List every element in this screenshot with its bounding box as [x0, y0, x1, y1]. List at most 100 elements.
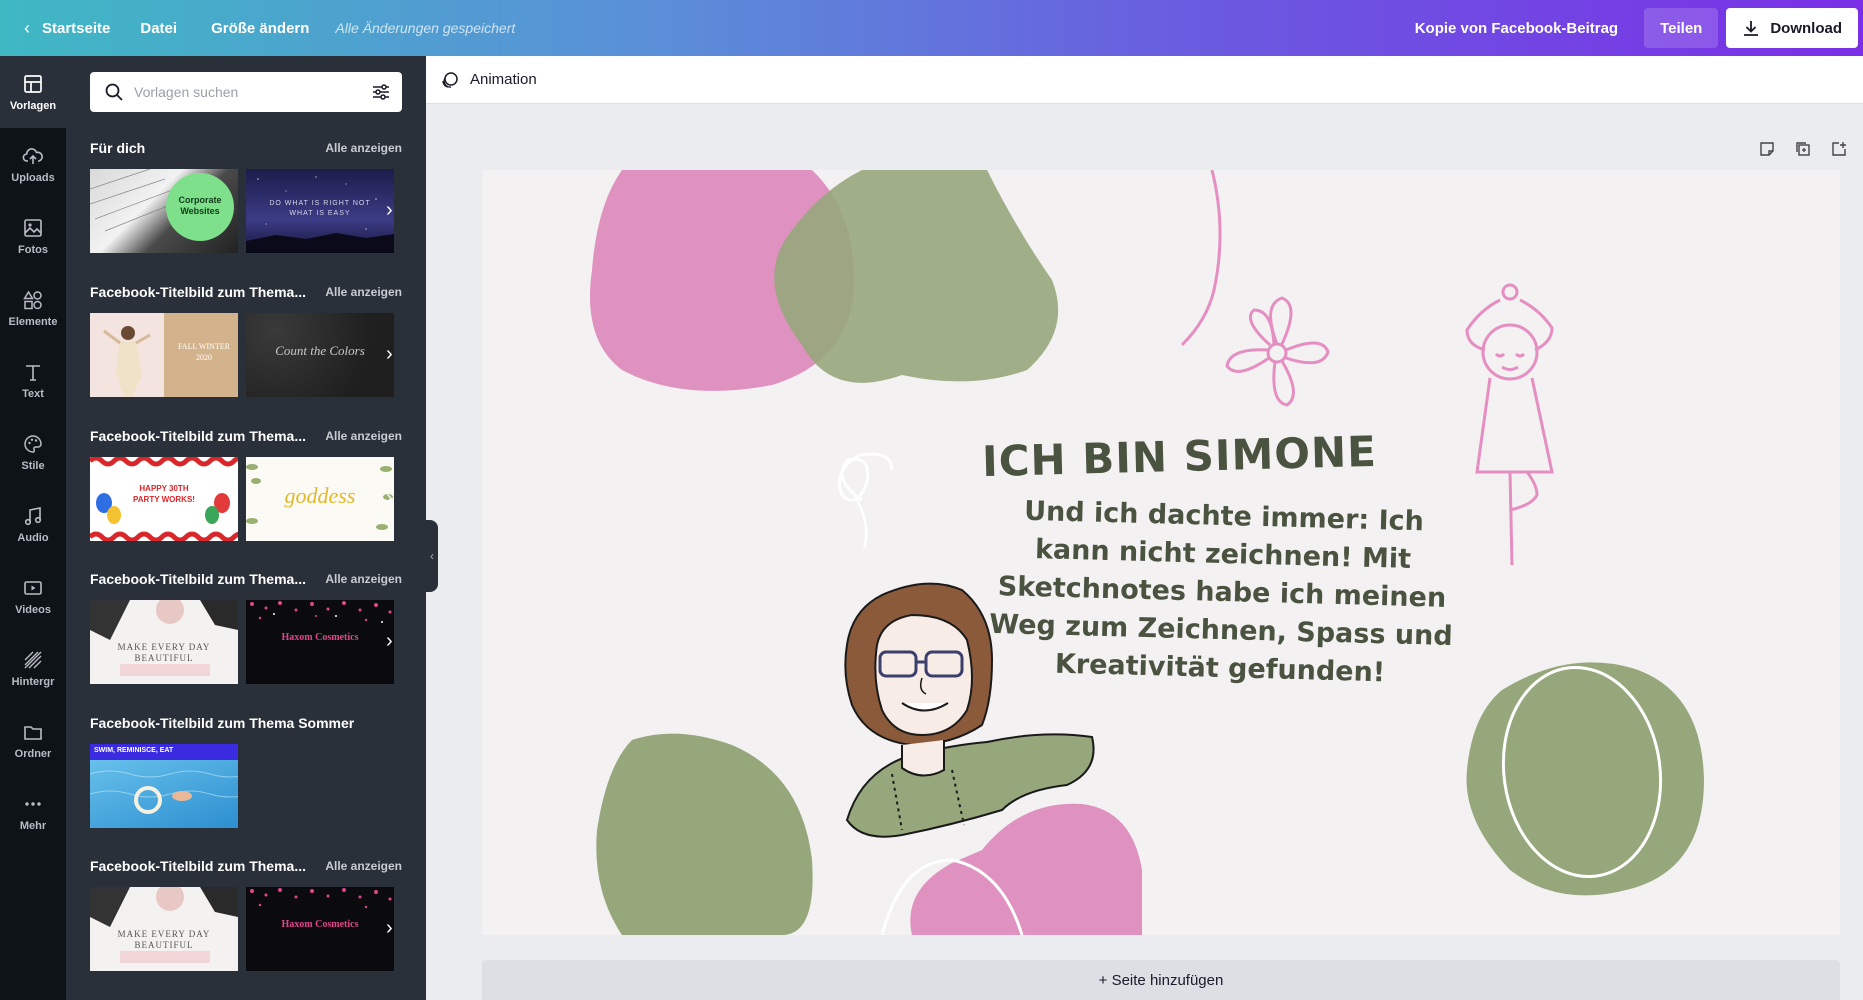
canvas-body-text[interactable]: Und ich dachte immer: Ich kann nicht zei…	[980, 492, 1465, 694]
rail-label: Videos	[15, 603, 51, 616]
rail-item-more[interactable]: Mehr	[0, 776, 66, 848]
template-thumbnail-text: DO WHAT IS RIGHT NOT WHAT IS EASY	[269, 200, 371, 217]
add-page-icon[interactable]	[1830, 140, 1848, 158]
download-label: Download	[1770, 19, 1842, 37]
animation-toolbar: Animation	[426, 56, 1863, 104]
rail-item-text[interactable]: Text	[0, 344, 66, 416]
rail-item-styles[interactable]: Stile	[0, 416, 66, 488]
template-section: Facebook-Titelbild zum Thema... Alle anz…	[90, 426, 402, 541]
rail-item-uploads[interactable]: Uploads	[0, 128, 66, 200]
template-section-summer: Facebook-Titelbild zum Thema Sommer SWIM…	[90, 713, 402, 828]
template-thumbnail[interactable]: Corporate Websites	[90, 169, 238, 253]
rail-item-audio[interactable]: Audio	[0, 488, 66, 560]
rail-label: Vorlagen	[9, 99, 57, 112]
image-icon	[24, 218, 42, 237]
section-title: Facebook-Titelbild zum Thema...	[90, 571, 306, 587]
template-thumbnail-text: Haxom Cosmetics	[281, 919, 359, 930]
filter-sliders-icon[interactable]	[370, 81, 392, 103]
canvas-heading[interactable]: ICH BIN SIMONE	[981, 427, 1377, 486]
page-tools	[1758, 140, 1848, 158]
chevron-right-icon[interactable]: ›	[386, 199, 393, 222]
template-thumbnail[interactable]: MAKE EVERY DAY BEAUTIFUL	[90, 887, 238, 971]
background-hatch-icon	[24, 651, 42, 668]
see-all-link[interactable]: Alle anzeigen	[325, 572, 402, 586]
template-thumbnail[interactable]: goddess	[246, 457, 394, 541]
template-thumbnail[interactable]: HAPPY 30TH PARTY WORKS!	[90, 457, 238, 541]
resize-button[interactable]: Größe ändern	[197, 8, 323, 48]
rail-item-folders[interactable]: Ordner	[0, 704, 66, 776]
upload-cloud-icon	[22, 147, 43, 164]
file-menu-button[interactable]: Datei	[126, 8, 191, 48]
rail-item-background[interactable]: Hintergr	[0, 632, 66, 704]
template-search-box[interactable]	[90, 72, 402, 112]
chevron-left-icon: ‹	[430, 549, 434, 563]
download-button[interactable]: Download	[1726, 8, 1858, 48]
template-thumbnail-text: Corporate Websites	[178, 195, 222, 216]
template-thumbnail[interactable]: FALL WINTER 2020	[90, 313, 238, 397]
flower-doodle	[1225, 296, 1330, 407]
rail-label: Ordner	[14, 747, 52, 760]
section-title: Facebook-Titelbild zum Thema...	[90, 858, 306, 874]
palette-icon	[24, 434, 42, 453]
chevron-right-icon[interactable]: ›	[386, 917, 393, 940]
rail-label: Fotos	[18, 243, 48, 256]
rail-item-elements[interactable]: Elemente	[0, 272, 66, 344]
see-all-link[interactable]: Alle anzeigen	[325, 285, 402, 299]
template-thumbnail[interactable]: SWIM, REMINISCE, EAT	[90, 744, 238, 828]
template-thumbnail[interactable]: Haxom Cosmetics	[246, 600, 394, 684]
rail-label: Audio	[17, 531, 49, 544]
shapes-icon	[23, 290, 42, 309]
download-icon	[1744, 21, 1759, 36]
see-all-link[interactable]: Alle anzeigen	[325, 859, 402, 873]
search-icon	[105, 83, 123, 101]
left-icon-rail: Vorlagen Uploads Fotos Elemente Text Sti…	[0, 56, 66, 1000]
template-thumbnail-text: Count the Colors	[275, 343, 365, 358]
share-button[interactable]: Teilen	[1644, 8, 1719, 48]
green-blob-bottom-left	[596, 733, 813, 935]
chevron-right-icon[interactable]: ›	[386, 343, 393, 366]
save-status: Alle Änderungen gespeichert	[335, 20, 516, 36]
animation-button[interactable]: Animation	[470, 71, 537, 88]
see-all-link[interactable]: Alle anzeigen	[325, 141, 402, 155]
templates-panel: Für dich Alle anzeigen Corporate Website…	[66, 56, 426, 1000]
text-icon	[26, 364, 40, 381]
note-icon[interactable]	[1758, 140, 1776, 158]
collapse-panel-handle[interactable]: ‹	[426, 520, 438, 592]
rail-item-photos[interactable]: Fotos	[0, 200, 66, 272]
chevron-left-icon: ‹	[24, 17, 30, 38]
rail-item-videos[interactable]: Videos	[0, 560, 66, 632]
top-bar: ‹ Startseite Datei Größe ändern Alle Änd…	[0, 0, 1863, 56]
templates-icon	[24, 74, 42, 93]
template-thumbnail[interactable]: MAKE EVERY DAY BEAUTIFUL	[90, 600, 238, 684]
design-title[interactable]: Kopie von Facebook-Beitrag	[1415, 20, 1618, 37]
duplicate-page-icon[interactable]	[1794, 140, 1812, 158]
template-thumbnail-text: MAKE EVERY DAY BEAUTIFUL	[117, 929, 211, 950]
template-thumbnail-text: MAKE EVERY DAY BEAUTIFUL	[117, 642, 211, 663]
template-section-for-you: Für dich Alle anzeigen Corporate Website…	[90, 138, 402, 253]
template-thumbnail[interactable]: Haxom Cosmetics	[246, 887, 394, 971]
rail-label: Text	[22, 387, 44, 400]
template-thumbnail-text: HAPPY 30TH PARTY WORKS!	[133, 484, 195, 504]
rail-label: Uploads	[11, 171, 55, 184]
section-title: Facebook-Titelbild zum Thema...	[90, 428, 306, 444]
chevron-right-icon[interactable]: ›	[386, 630, 393, 653]
template-section: Facebook-Titelbild zum Thema... Alle anz…	[90, 569, 402, 684]
chevron-right-icon[interactable]: ›	[386, 487, 393, 510]
template-search-input[interactable]	[134, 84, 370, 100]
video-icon	[24, 580, 42, 595]
animation-icon[interactable]	[440, 70, 460, 90]
rail-item-templates[interactable]: Vorlagen	[0, 56, 66, 128]
template-thumbnail[interactable]: Count the Colors	[246, 313, 394, 397]
template-thumbnail-text: Haxom Cosmetics	[281, 632, 359, 643]
pool-swimmers-graphic	[90, 744, 238, 814]
template-thumbnail[interactable]: DO WHAT IS RIGHT NOT WHAT IS EASY	[246, 169, 394, 253]
template-thumbnail-text: goddess	[284, 483, 356, 508]
rail-label: Hintergr	[11, 675, 55, 688]
see-all-link[interactable]: Alle anzeigen	[325, 429, 402, 443]
design-canvas[interactable]: ICH BIN SIMONE Und ich dachte immer: Ich…	[482, 170, 1840, 935]
add-page-button[interactable]: + Seite hinzufügen	[482, 960, 1840, 1000]
home-back-button[interactable]: ‹ Startseite	[14, 8, 120, 48]
rail-label: Mehr	[19, 819, 47, 832]
flower-stem-line	[1180, 170, 1222, 347]
template-thumbnail-text: FALL WINTER 2020	[177, 342, 231, 362]
